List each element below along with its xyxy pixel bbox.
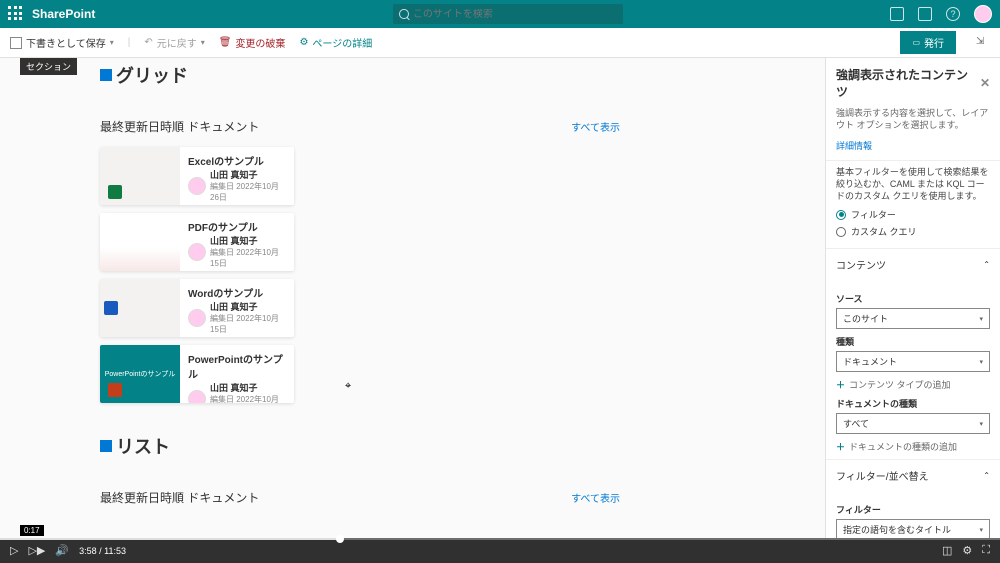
discard-button[interactable]: 🗑変更の破棄 — [219, 35, 286, 50]
suite-header: SharePoint ? — [0, 0, 1000, 28]
doc-date: 編集日 2022年10月15日 — [210, 394, 286, 403]
settings-icon[interactable] — [918, 7, 932, 21]
doc-title: PowerPointのサンプル — [188, 351, 286, 381]
next-icon[interactable]: ▷▶ — [28, 544, 45, 557]
radio-filter[interactable]: フィルター — [836, 208, 990, 221]
undo-icon: ↶ — [144, 37, 152, 48]
expand-panel-icon[interactable]: ⇲ — [976, 36, 990, 50]
doc-thumbnail: PowerPointのサンプル — [100, 345, 180, 403]
bullet-icon — [100, 440, 112, 452]
bullet-icon — [100, 69, 112, 81]
panel-description: 強調表示する内容を選択して、レイアウト オプションを選択します。 — [826, 108, 1000, 139]
webpart-title-2: 最終更新日時順 ドキュメント — [100, 489, 259, 506]
doc-title: Wordのサンプル — [188, 285, 286, 300]
chevron-up-icon: ⌃ — [983, 471, 990, 480]
search-icon — [399, 9, 409, 19]
settings-video-icon[interactable]: ⚙ — [962, 544, 972, 557]
author-avatar — [188, 309, 206, 327]
doc-thumbnail — [100, 147, 180, 205]
volume-icon[interactable]: 🔊 — [55, 544, 69, 557]
details-icon: ⚙ — [299, 37, 308, 48]
chevron-up-icon: ⌃ — [983, 260, 990, 269]
details-link[interactable]: 詳細情報 — [826, 139, 1000, 160]
author-avatar — [188, 177, 206, 195]
kind-dropdown[interactable]: ドキュメント▾ — [836, 351, 990, 372]
publish-button[interactable]: ▭発行 — [900, 31, 956, 54]
filter-intro-text: 基本フィルターを使用して検索結果を絞り込むか、CAML または KQL コードの… — [836, 167, 990, 202]
page-details-button[interactable]: ⚙ページの詳細 — [299, 35, 372, 50]
doc-thumbnail — [100, 279, 180, 337]
publish-icon: ▭ — [912, 38, 920, 47]
property-panel: 強調表示されたコンテンツ✕ 強調表示する内容を選択して、レイアウト オプションを… — [825, 58, 1000, 538]
fullscreen-icon[interactable]: ⛶ — [982, 544, 990, 557]
chevron-down-icon: ▾ — [979, 315, 983, 323]
cursor-icon: ⌖ — [345, 380, 351, 393]
radio-icon — [836, 227, 846, 237]
doc-date: 編集日 2022年10月26日 — [210, 181, 286, 203]
app-launcher-icon[interactable] — [8, 6, 24, 22]
plus-icon: ＋ — [836, 440, 845, 453]
plus-icon: ＋ — [836, 378, 845, 391]
cc-icon[interactable]: ◫ — [942, 544, 952, 557]
chevron-down-icon: ▾ — [979, 420, 983, 428]
doc-date: 編集日 2022年10月15日 — [210, 313, 286, 335]
doc-author: 山田 真知子 — [210, 300, 286, 313]
command-bar: 下書きとして保存▾ | ↶元に戻す▾ 🗑変更の破棄 ⚙ページの詳細 ▭発行 ⇲ — [0, 28, 1000, 58]
save-icon — [10, 37, 22, 49]
doctype-label: ドキュメントの種類 — [836, 397, 990, 410]
author-avatar — [188, 390, 206, 404]
filter-sort-header[interactable]: フィルター/並べ替え⌃ — [826, 459, 1000, 491]
document-card[interactable]: PowerPointのサンプル PowerPointのサンプル 山田 真知子 編… — [100, 345, 294, 403]
video-time: 3:58 / 11:53 — [79, 546, 126, 556]
chevron-down-icon: ▾ — [979, 358, 983, 366]
doc-thumbnail — [100, 213, 180, 271]
doc-author: 山田 真知子 — [210, 381, 286, 394]
radio-custom-query[interactable]: カスタム クエリ — [836, 225, 990, 238]
timestamp-badge: 0:17 — [20, 525, 44, 536]
undo-button[interactable]: ↶元に戻す▾ — [144, 35, 204, 50]
page-canvas[interactable]: セクション グリッド 最終更新日時順 ドキュメント すべて表示 Excelのサン… — [0, 58, 825, 538]
play-icon[interactable]: ▷ — [10, 544, 18, 557]
doc-author: 山田 真知子 — [210, 168, 286, 181]
doc-title: Excelのサンプル — [188, 153, 286, 168]
chevron-down-icon: ▾ — [979, 526, 983, 534]
filter-label: フィルター — [836, 503, 990, 516]
help-icon[interactable]: ? — [946, 7, 960, 21]
close-icon[interactable]: ✕ — [980, 76, 990, 90]
search-box[interactable] — [393, 4, 623, 24]
radio-icon — [836, 210, 846, 220]
document-card[interactable]: Wordのサンプル 山田 真知子 編集日 2022年10月15日 — [100, 279, 294, 337]
document-card[interactable]: PDFのサンプル 山田 真知子 編集日 2022年10月15日 — [100, 213, 294, 271]
megaphone-icon[interactable] — [890, 7, 904, 21]
filter-dropdown[interactable]: 指定の語句を含むタイトル▾ — [836, 519, 990, 538]
list-heading: リスト — [100, 433, 620, 459]
see-all-link[interactable]: すべて表示 — [571, 119, 620, 134]
brand-label: SharePoint — [32, 7, 95, 21]
content-section-header[interactable]: コンテンツ⌃ — [826, 248, 1000, 280]
section-indicator[interactable]: セクション — [20, 58, 77, 75]
grid-heading: グリッド — [100, 62, 620, 88]
save-draft-button[interactable]: 下書きとして保存▾ — [10, 35, 114, 50]
doctype-dropdown[interactable]: すべて▾ — [836, 413, 990, 434]
progress-bar[interactable] — [0, 538, 1000, 540]
doc-title: PDFのサンプル — [188, 219, 286, 234]
source-label: ソース — [836, 292, 990, 305]
source-dropdown[interactable]: このサイト▾ — [836, 308, 990, 329]
add-content-type-link[interactable]: ＋コンテンツ タイプの追加 — [836, 378, 990, 391]
user-avatar[interactable] — [974, 5, 992, 23]
doc-date: 編集日 2022年10月15日 — [210, 247, 286, 269]
author-avatar — [188, 243, 206, 261]
see-all-link-2[interactable]: すべて表示 — [571, 490, 620, 505]
doc-author: 山田 真知子 — [210, 234, 286, 247]
kind-label: 種類 — [836, 335, 990, 348]
panel-title: 強調表示されたコンテンツ — [836, 66, 980, 100]
discard-icon: 🗑 — [219, 37, 232, 48]
add-doctype-link[interactable]: ＋ドキュメントの種類の追加 — [836, 440, 990, 453]
video-controls: ▷ ▷▶ 🔊 3:58 / 11:53 ◫ ⚙ ⛶ — [0, 538, 1000, 563]
webpart-title: 最終更新日時順 ドキュメント — [100, 118, 259, 135]
document-card[interactable]: Excelのサンプル 山田 真知子 編集日 2022年10月26日 — [100, 147, 294, 205]
search-input[interactable] — [413, 9, 618, 20]
